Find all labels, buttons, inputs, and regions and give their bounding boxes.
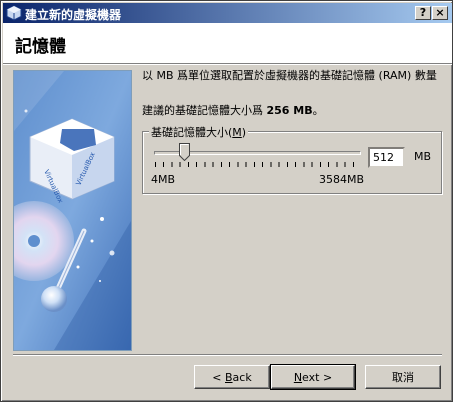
memory-size-mnemonic: M — [232, 126, 242, 139]
memory-max-label: 3584MB — [319, 173, 365, 186]
memory-size-group: 基礎記憶體大小(M) MB 4MB 3584MB — [142, 124, 442, 194]
memory-description: 以 MB 爲單位選取配置於虛擬機器的基礎記憶體 (RAM) 數量 — [142, 69, 437, 82]
header-divider — [3, 63, 452, 65]
next-mnemonic: N — [293, 370, 303, 384]
cancel-button[interactable]: 取消 — [365, 365, 441, 389]
window-title: 建立新的虛擬機器 — [25, 8, 122, 22]
memory-size-label-text: 基礎記憶體大小 — [151, 126, 228, 139]
back-mnemonic: B — [225, 370, 233, 384]
memory-unit-label: MB — [414, 150, 432, 163]
virtualbox-cube-illustration: VirtualBox VirtualBox — [13, 70, 132, 351]
next-button[interactable]: Next > — [270, 364, 356, 390]
slider-ticks — [155, 162, 361, 167]
recommend-value: 256 MB — [266, 104, 313, 117]
title-bar[interactable]: 建立新的虛擬機器 ? × — [3, 3, 452, 23]
next-rest: ext > — [302, 370, 333, 384]
back-button[interactable]: < Back — [194, 365, 270, 389]
help-button[interactable]: ? — [415, 6, 431, 20]
recommend-suffix: 。 — [312, 104, 324, 117]
memory-min-label: 4MB — [151, 173, 176, 186]
virtualbox-icon — [6, 5, 22, 21]
close-button[interactable]: × — [432, 6, 448, 20]
recommended-memory: 建議的基礎記憶體大小爲 256 MB。 — [142, 102, 442, 118]
wizard-window: 建立新的虛擬機器 ? × 記憶體 VirtualBox VirtualBox 以… — [0, 0, 453, 402]
footer-divider — [13, 354, 442, 356]
memory-size-label: 基礎記憶體大小(M) — [149, 124, 249, 140]
page-title: 記憶體 — [15, 37, 66, 57]
back-prefix: < — [212, 370, 225, 384]
wizard-header: 記憶體 — [3, 23, 452, 63]
memory-size-input[interactable] — [368, 147, 405, 168]
memory-slider-handle[interactable] — [178, 143, 190, 161]
back-rest: ack — [232, 370, 252, 384]
recommend-prefix: 建議的基礎記憶體大小爲 — [142, 104, 267, 117]
